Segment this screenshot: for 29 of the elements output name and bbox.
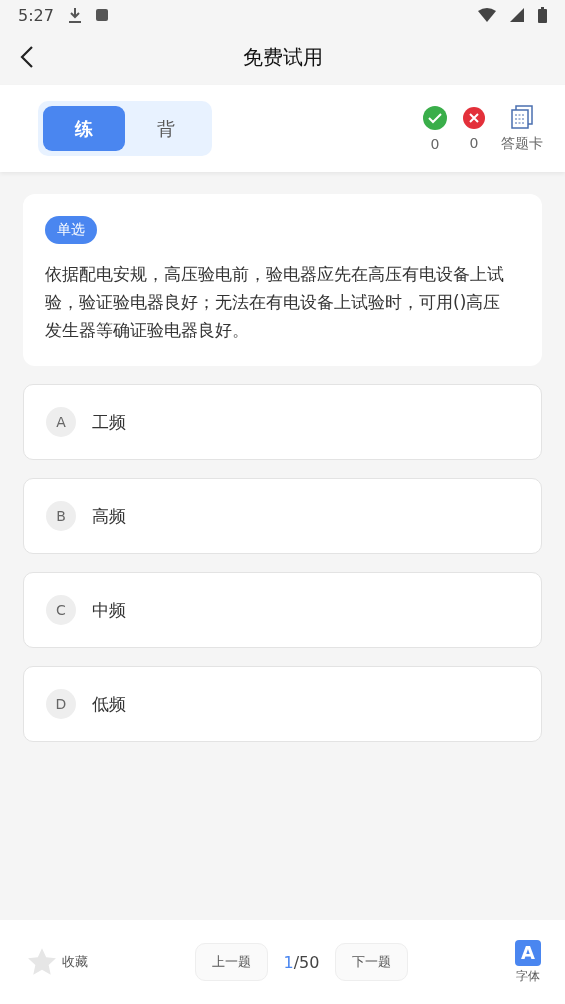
favorite-button[interactable]: 收藏 xyxy=(26,947,88,977)
cross-icon xyxy=(463,106,485,129)
app-icon xyxy=(95,9,108,21)
question-text: 依据配电安规，高压验电前，验电器应先在高压有电设备上试验，验证验电器良好；无法在有电设备上试验时，可用()高压发生器等确证验电器良好。 xyxy=(45,263,505,342)
page-title: 免费试用 xyxy=(241,44,324,71)
answer-option[interactable]: A 工频 xyxy=(23,384,542,460)
mode-tab[interactable]: 练 xyxy=(43,106,125,151)
previous-button[interactable]: 上一题 xyxy=(194,943,268,981)
option-letter: A xyxy=(46,407,76,437)
next-button[interactable]: 下一题 xyxy=(335,943,409,981)
correct-count: 0 xyxy=(430,135,440,152)
option-letter: D xyxy=(46,689,76,719)
download-icon xyxy=(67,7,82,23)
battery-icon xyxy=(538,7,547,23)
signal-icon xyxy=(510,8,524,22)
answer-option[interactable]: C 中频 xyxy=(23,572,542,648)
option-letter: C xyxy=(46,595,76,625)
answer-card-button[interactable]: 答题卡 xyxy=(501,104,543,153)
answer-option[interactable]: D 低频 xyxy=(23,666,542,742)
wrong-count: 0 xyxy=(469,134,479,151)
answer-card-icon xyxy=(510,104,534,129)
page-counter: 1/50 xyxy=(283,952,320,972)
option-letter: B xyxy=(46,501,76,531)
wifi-icon xyxy=(478,8,496,22)
mode-tab[interactable]: 背 xyxy=(125,106,207,151)
check-icon xyxy=(423,105,447,130)
question-type-tag: 单选 xyxy=(45,216,97,244)
status-time: 5:27 xyxy=(18,5,54,25)
answer-option[interactable]: B 高频 xyxy=(23,478,542,554)
